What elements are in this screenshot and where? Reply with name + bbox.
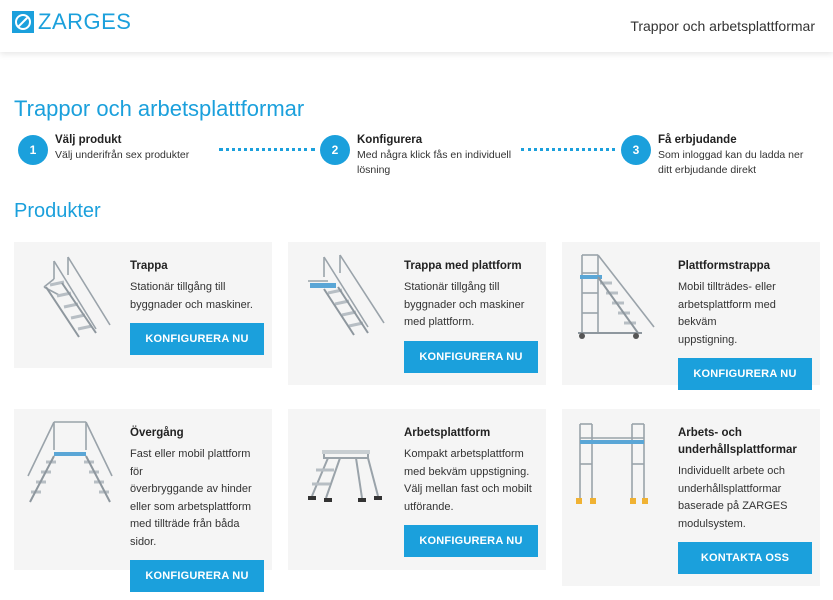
stair-with-platform-icon — [308, 254, 385, 336]
product-card-arbetsplattform: Arbetsplattform Kompakt arbetsplattform … — [288, 409, 546, 570]
step-number: 1 — [18, 135, 48, 165]
product-description: Fast eller mobil plattform för överbrygg… — [130, 448, 252, 548]
configure-button[interactable]: KONFIGURERA NU — [404, 340, 538, 373]
stair-icon — [43, 256, 111, 338]
product-title: Arbets- och underhållsplattformar — [678, 427, 797, 456]
zarges-logo-icon — [12, 11, 34, 33]
crossover-icon — [27, 421, 113, 503]
step-connector — [219, 148, 315, 151]
product-title: Arbetsplattform — [404, 427, 491, 439]
brand-name: ZARGES — [38, 9, 132, 34]
configure-button[interactable]: KONFIGURERA NU — [130, 560, 264, 592]
configure-button[interactable]: KONFIGURERA NU — [130, 323, 264, 355]
work-platform-icon — [308, 450, 382, 502]
product-description: Individuellt arbete och underhållsplattf… — [678, 465, 788, 530]
product-title: Övergång — [130, 427, 184, 439]
step-title: Välj produkt — [55, 134, 122, 146]
step-desc: lösning — [357, 164, 391, 176]
step-3: 3 Få erbjudande Som inloggad kan du ladd… — [621, 133, 803, 178]
product-card-underhallsplattformar: Arbets- och underhållsplattformar Indivi… — [562, 409, 820, 586]
product-description: Stationär tillgång till byggnader och ma… — [404, 281, 525, 328]
step-1: 1 Välj produkt Välj underifrån sex produ… — [18, 133, 189, 165]
step-desc: Som inloggad kan du ladda ner — [658, 149, 804, 161]
product-description: Mobil tillträdes- eller arbetsplattform … — [678, 281, 776, 346]
step-desc: ditt erbjudande direkt — [658, 164, 757, 176]
product-title: Trappa — [130, 260, 168, 272]
steps-progress: 1 Välj produkt Välj underifrån sex produ… — [18, 133, 818, 183]
product-description: Stationär tillgång till byggnader och ma… — [130, 281, 253, 311]
step-number: 3 — [621, 135, 651, 165]
step-title: Konfigurera — [357, 134, 423, 146]
product-description: Kompakt arbetsplattform med bekväm uppst… — [404, 448, 532, 513]
product-card-trappa-med-plattform: Trappa med plattform Stationär tillgång … — [288, 242, 546, 385]
configure-button[interactable]: KONFIGURERA NU — [404, 525, 538, 557]
product-card-overgang: Övergång Fast eller mobil plattform för … — [14, 409, 272, 592]
product-title: Plattformstrappa — [678, 260, 771, 272]
step-number: 2 — [320, 135, 350, 165]
header: ZARGES Trappor och arbetsplattformar — [0, 0, 833, 52]
product-card-plattformstrappa: Plattformstrappa Mobil tillträdes- eller… — [562, 242, 820, 390]
step-desc: Med några klick fås en individuell — [357, 149, 512, 161]
brand-logo[interactable]: ZARGES — [12, 11, 131, 33]
section-title: Produkter — [14, 200, 101, 222]
platform-stair-icon — [578, 254, 655, 339]
header-title: Trappor och arbetsplattformar — [630, 18, 815, 34]
step-title: Få erbjudande — [658, 134, 737, 146]
step-desc: Välj underifrån sex produkter — [55, 149, 190, 161]
product-title: Trappa med plattform — [404, 260, 522, 272]
step-2: 2 Konfigurera Med några klick fås en ind… — [320, 133, 511, 178]
contact-button[interactable]: KONTAKTA OSS — [678, 542, 812, 574]
configure-button[interactable]: KONFIGURERA NU — [678, 358, 812, 390]
page-title: Trappor och arbetsplattformar — [14, 96, 305, 121]
maintenance-platform-icon — [576, 423, 648, 504]
step-connector — [521, 148, 615, 151]
product-card-trappa: Trappa Stationär tillgång till byggnader… — [14, 242, 272, 368]
